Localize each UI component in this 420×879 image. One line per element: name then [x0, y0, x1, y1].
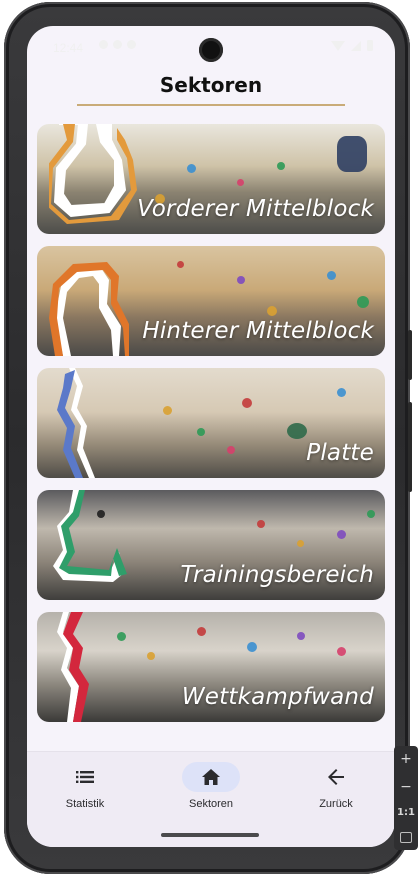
notification-dot-icon	[127, 40, 136, 49]
page-title: Sektoren	[159, 73, 263, 97]
sector-card-vorderer-mittelblock[interactable]: Vorderer Mittelblock	[37, 124, 385, 234]
home-indicator[interactable]	[161, 833, 259, 837]
emulator-zoom-panel: + − 1:1	[394, 746, 418, 850]
app-screen: 12:44 Sektoren Vorderer Mittelblock Hint…	[27, 26, 395, 847]
nav-item-statistik[interactable]: Statistik	[30, 762, 140, 810]
list-icon	[76, 771, 94, 783]
nav-item-zurueck[interactable]: Zurück	[281, 762, 391, 810]
status-time: 12:44	[53, 41, 84, 55]
sector-card-platte[interactable]: Platte	[37, 368, 385, 478]
zoom-ratio-button[interactable]: 1:1	[394, 802, 418, 824]
front-camera	[199, 38, 223, 62]
nav-label: Statistik	[65, 798, 105, 810]
power-button	[408, 330, 412, 380]
zoom-in-button[interactable]: +	[394, 748, 418, 770]
signal-icon	[351, 40, 361, 51]
sector-card-wettkampfwand[interactable]: Wettkampfwand	[37, 612, 385, 722]
nav-pill	[56, 762, 114, 792]
sector-outline-icon	[57, 612, 89, 722]
notification-dot-icon	[99, 40, 108, 49]
nav-label: Zurück	[319, 798, 353, 810]
battery-icon	[367, 40, 373, 51]
zoom-out-button[interactable]: −	[394, 776, 418, 798]
sector-outline-icon	[53, 490, 127, 582]
sector-name: Platte	[306, 440, 374, 466]
volume-buttons	[408, 402, 412, 492]
nav-label: Sektoren	[188, 798, 234, 810]
notification-icons	[99, 40, 136, 49]
home-icon	[202, 769, 220, 785]
nav-item-sektoren[interactable]: Sektoren	[156, 762, 266, 810]
notification-dot-icon	[113, 40, 122, 49]
wifi-icon	[331, 40, 345, 51]
status-bar: 12:44	[27, 26, 395, 66]
fit-screen-icon[interactable]	[400, 832, 412, 843]
sector-list: Vorderer Mittelblock Hinterer Mittelbloc…	[37, 124, 385, 734]
title-divider	[77, 104, 345, 106]
sector-outline-icon	[57, 368, 95, 478]
arrow-back-icon	[328, 769, 344, 785]
system-icons	[331, 40, 373, 51]
nav-pill-active	[182, 762, 240, 792]
sector-accent-shape	[59, 490, 127, 576]
sector-name: Wettkampfwand	[181, 684, 374, 710]
sector-outline-icon	[49, 262, 129, 356]
sector-name: Hinterer Mittelblock	[142, 318, 374, 344]
sector-card-hinterer-mittelblock[interactable]: Hinterer Mittelblock	[37, 246, 385, 356]
sector-card-trainingsbereich[interactable]: Trainingsbereich	[37, 490, 385, 600]
sector-name: Trainingsbereich	[180, 562, 374, 588]
device-frame: 12:44 Sektoren Vorderer Mittelblock Hint…	[4, 2, 410, 874]
sector-name: Vorderer Mittelblock	[137, 196, 374, 222]
bottom-navigation: Statistik Sektoren Zurück	[27, 751, 395, 847]
nav-pill	[307, 762, 365, 792]
sector-outline-icon	[49, 124, 137, 224]
